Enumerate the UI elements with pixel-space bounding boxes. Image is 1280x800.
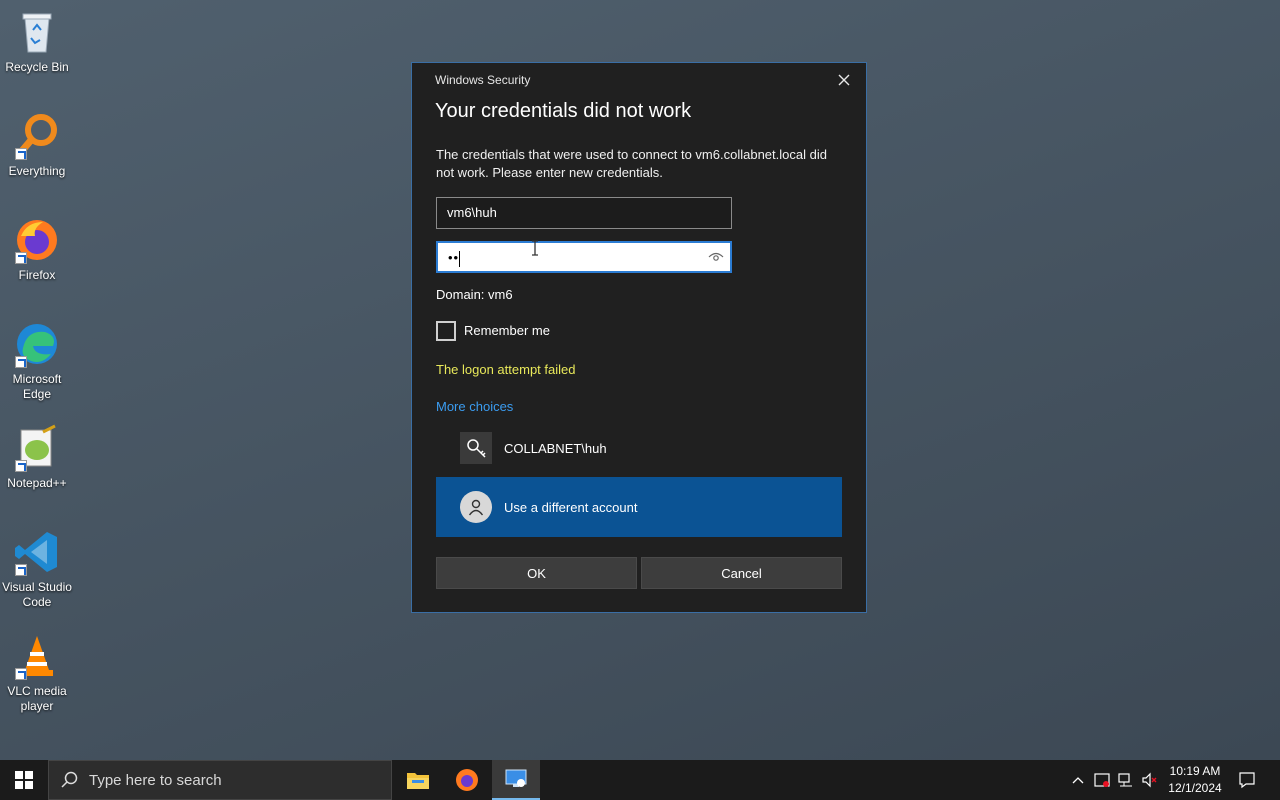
clock-time: 10:19 AM [1169,764,1221,778]
taskbar-clock[interactable]: 10:19 AM 12/1/2024 [1164,763,1226,797]
taskbar-firefox[interactable] [443,760,491,800]
remote-desktop-icon [505,769,527,787]
shortcut-arrow-icon [15,460,27,472]
ibeam-cursor-icon [532,240,538,256]
desktop-icon-label: Recycle Bin [5,60,69,74]
dialog-message: The credentials that were used to connec… [436,147,827,180]
account-label: COLLABNET\huh [504,440,607,456]
tray-network[interactable] [1116,760,1136,800]
everything-icon [13,112,61,160]
search-placeholder: Type here to search [89,771,222,789]
shield-icon [1094,773,1110,787]
desktop-icon-label: Microsoft Edge [12,372,62,401]
person-icon [460,491,492,523]
remember-me-label[interactable]: Remember me [464,323,550,338]
account-label: Use a different account [504,499,638,515]
close-icon [838,74,850,86]
tray-volume[interactable] [1140,760,1160,800]
folder-icon [407,773,429,789]
notification-center-button[interactable] [1232,760,1262,800]
windows-logo-icon [15,771,33,789]
cancel-button[interactable]: Cancel [641,557,842,589]
clock-date: 12/1/2024 [1168,781,1222,795]
shortcut-arrow-icon [15,564,27,576]
taskbar-windows-security[interactable] [492,760,540,800]
notification-icon [1239,772,1255,789]
desktop-icon-everything[interactable]: Everything [0,112,74,179]
password-field[interactable]: •• [436,241,732,273]
vscode-icon [13,528,61,576]
text-caret [459,250,461,267]
domain-label: Domain: vm6 [436,287,513,302]
firefox-icon [456,769,478,791]
account-option-different[interactable]: Use a different account [436,477,842,537]
account-option-saved[interactable]: COLLABNET\huh [436,418,842,478]
edge-icon [13,320,61,368]
desktop-icon-edge[interactable]: Microsoft Edge [0,320,74,402]
password-mask: •• [448,250,460,265]
username-field[interactable]: vm6\huh [436,197,732,229]
ok-button[interactable]: OK [436,557,637,589]
error-message: The logon attempt failed [436,362,576,377]
firefox-icon [13,216,61,264]
search-icon [61,771,78,788]
notepad-plus-plus-icon [13,424,61,472]
dialog-app-name: Windows Security [435,73,531,87]
remember-me-checkbox[interactable] [436,321,456,341]
recycle-bin-icon [13,8,61,56]
shortcut-arrow-icon [15,148,27,160]
network-icon [1118,773,1132,787]
desktop-icon-label: VLC media player [7,684,67,713]
chevron-up-icon [1072,777,1084,784]
dialog-title: Your credentials did not work [435,100,692,122]
shortcut-arrow-icon [15,356,27,368]
start-button[interactable] [0,760,48,800]
desktop-icon-label: Visual Studio Code [2,580,72,609]
tray-overflow-button[interactable] [1068,760,1088,800]
shortcut-arrow-icon [15,668,27,680]
desktop-icon-label: Firefox [18,268,56,282]
desktop-icon-recycle-bin[interactable]: Recycle Bin [0,8,74,75]
more-choices-link[interactable]: More choices [436,399,513,414]
taskbar: Type here to search 10:19 AM 12/1/2024 [0,760,1280,800]
close-button[interactable] [832,69,856,91]
credentials-dialog: Windows Security Your credentials did no… [411,62,867,613]
username-value: vm6\huh [447,205,497,220]
volume-muted-icon [1142,772,1157,788]
taskbar-search-box[interactable]: Type here to search [48,760,392,800]
taskbar-file-explorer[interactable] [394,760,442,800]
desktop-icon-label: Notepad++ [7,476,67,490]
desktop-icon-vlc[interactable]: VLC media player [0,632,74,714]
key-icon [460,432,492,464]
reveal-password-icon[interactable] [708,251,724,263]
shortcut-arrow-icon [15,252,27,264]
desktop-icon-vscode[interactable]: Visual Studio Code [0,528,74,610]
desktop-icon-label: Everything [8,164,66,178]
desktop-icon-firefox[interactable]: Firefox [0,216,74,283]
vlc-icon [13,632,61,680]
desktop-icon-notepad-plus-plus[interactable]: Notepad++ [0,424,74,491]
tray-security[interactable] [1092,760,1112,800]
